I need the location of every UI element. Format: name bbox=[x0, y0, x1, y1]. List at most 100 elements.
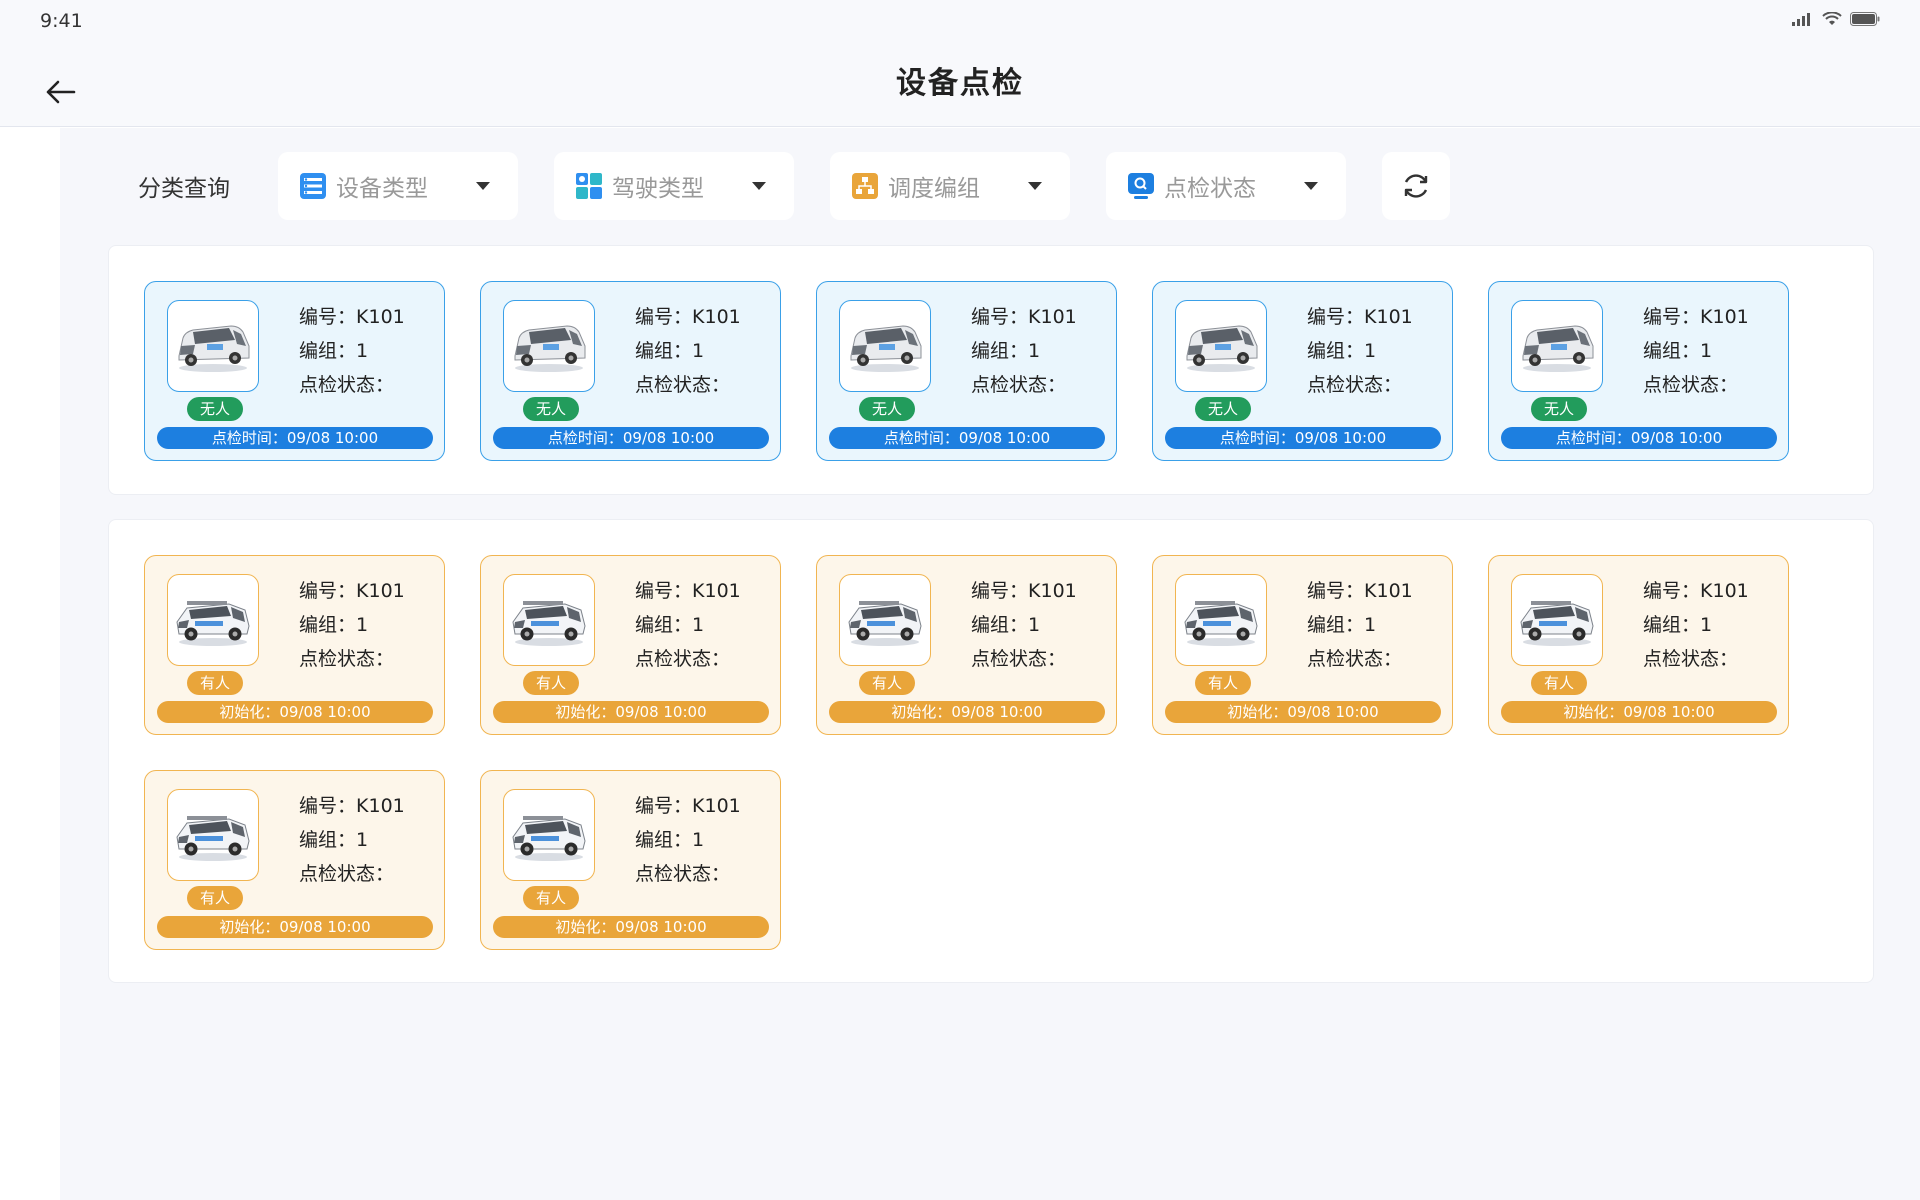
group-label: 编组： bbox=[1643, 614, 1701, 636]
vehicle-info: 编号：K101 编组：1 点检状态： bbox=[635, 574, 741, 676]
group-value: 1 bbox=[1364, 614, 1377, 636]
group-value: 1 bbox=[1700, 340, 1713, 362]
time-bar-label: 初始化： bbox=[1227, 703, 1288, 721]
dispatch-group-select[interactable]: 调度编组 bbox=[830, 152, 1070, 220]
page-title: 设备点检 bbox=[896, 66, 1024, 101]
time-bar: 初始化：09/08 10:00 bbox=[829, 701, 1105, 723]
vehicle-card[interactable]: 有人 编号：K101 编组：1 点检状态： 初始化：09/08 10:00 bbox=[480, 555, 781, 735]
group-value: 1 bbox=[1700, 614, 1713, 636]
check-status-text: 点检状态 bbox=[1164, 176, 1256, 202]
vehicle-thumbnail bbox=[167, 789, 259, 881]
number-label: 编号： bbox=[299, 580, 357, 602]
group-label: 编组： bbox=[635, 340, 693, 362]
number-row: 编号：K101 bbox=[635, 300, 741, 334]
number-value: K101 bbox=[356, 580, 405, 602]
vehicle-card[interactable]: 无人 编号：K101 编组：1 点检状态： 点检时间：09/08 10:00 bbox=[816, 281, 1117, 461]
number-row: 编号：K101 bbox=[1307, 300, 1413, 334]
time-bar: 点检时间：09/08 10:00 bbox=[157, 427, 433, 449]
check-status-row: 点检状态： bbox=[635, 642, 741, 676]
group-label: 编组： bbox=[635, 829, 693, 851]
vehicle-card[interactable]: 有人 编号：K101 编组：1 点检状态： 初始化：09/08 10:00 bbox=[480, 770, 781, 950]
driving-type-select[interactable]: 驾驶类型 bbox=[554, 152, 794, 220]
group-value: 1 bbox=[1028, 340, 1041, 362]
number-row: 编号：K101 bbox=[1643, 300, 1749, 334]
check-status-label: 点检状态： bbox=[299, 648, 395, 670]
group-label: 编组： bbox=[971, 340, 1029, 362]
check-status-label: 点检状态： bbox=[299, 863, 395, 885]
time-bar: 初始化：09/08 10:00 bbox=[157, 701, 433, 723]
vehicle-card[interactable]: 有人 编号：K101 编组：1 点检状态： 初始化：09/08 10:00 bbox=[816, 555, 1117, 735]
group-label: 编组： bbox=[1643, 340, 1701, 362]
vehicle-thumbnail bbox=[167, 574, 259, 666]
driver-status-tag: 无人 bbox=[859, 397, 915, 421]
check-status-row: 点检状态： bbox=[971, 642, 1077, 676]
suv-icon bbox=[1520, 601, 1594, 646]
vehicle-info: 编号：K101 编组：1 点检状态： bbox=[1643, 300, 1749, 402]
number-label: 编号： bbox=[1643, 580, 1701, 602]
number-value: K101 bbox=[692, 795, 741, 817]
vehicle-info: 编号：K101 编组：1 点检状态： bbox=[299, 789, 405, 891]
device-type-select[interactable]: 设备类型 bbox=[278, 152, 518, 220]
group-row: 编组：1 bbox=[1307, 334, 1413, 368]
check-status-row: 点检状态： bbox=[299, 857, 405, 891]
time-bar: 点检时间：09/08 10:00 bbox=[1165, 427, 1441, 449]
monitor-search-icon bbox=[1128, 173, 1154, 199]
time-bar-label: 初始化： bbox=[555, 918, 616, 936]
vehicle-card[interactable]: 有人 编号：K101 编组：1 点检状态： 初始化：09/08 10:00 bbox=[1488, 555, 1789, 735]
check-status-label: 点检状态： bbox=[971, 648, 1067, 670]
driver-status-tag: 无人 bbox=[523, 397, 579, 421]
org-chart-icon bbox=[852, 173, 878, 199]
group-label: 编组： bbox=[299, 340, 357, 362]
vehicle-card[interactable]: 有人 编号：K101 编组：1 点检状态： 初始化：09/08 10:00 bbox=[144, 770, 445, 950]
device-list-icon bbox=[300, 173, 326, 199]
driver-status-tag: 有人 bbox=[523, 671, 579, 695]
group-label: 编组： bbox=[1307, 614, 1365, 636]
wifi-icon bbox=[1822, 12, 1842, 25]
number-row: 编号：K101 bbox=[299, 300, 405, 334]
vehicle-card[interactable]: 无人 编号：K101 编组：1 点检状态： 点检时间：09/08 10:00 bbox=[480, 281, 781, 461]
vehicle-card[interactable]: 无人 编号：K101 编组：1 点检状态： 点检时间：09/08 10:00 bbox=[1152, 281, 1453, 461]
time-bar-label: 点检时间： bbox=[1555, 429, 1631, 447]
time-bar: 点检时间：09/08 10:00 bbox=[493, 427, 769, 449]
check-status-label: 点检状态： bbox=[635, 648, 731, 670]
group-row: 编组：1 bbox=[1307, 608, 1413, 642]
group-row: 编组：1 bbox=[635, 608, 741, 642]
check-status-label: 点检状态： bbox=[971, 374, 1067, 396]
number-value: K101 bbox=[1364, 580, 1413, 602]
time-bar-value: 09/08 10:00 bbox=[1294, 429, 1387, 447]
driving-type-text: 驾驶类型 bbox=[612, 176, 704, 202]
suv-icon bbox=[176, 601, 250, 646]
check-status-label: 点检状态： bbox=[299, 374, 395, 396]
vehicle-thumbnail bbox=[1175, 574, 1267, 666]
number-value: K101 bbox=[1364, 306, 1413, 328]
number-label: 编号： bbox=[635, 580, 693, 602]
time-bar: 点检时间：09/08 10:00 bbox=[1501, 427, 1777, 449]
time-bar: 初始化：09/08 10:00 bbox=[1165, 701, 1441, 723]
time-bar-value: 09/08 10:00 bbox=[279, 918, 371, 936]
driver-status-tag: 有人 bbox=[1531, 671, 1587, 695]
vehicle-card[interactable]: 无人 编号：K101 编组：1 点检状态： 点检时间：09/08 10:00 bbox=[144, 281, 445, 461]
vehicle-card[interactable]: 无人 编号：K101 编组：1 点检状态： 点检时间：09/08 10:00 bbox=[1488, 281, 1789, 461]
time-bar-value: 09/08 10:00 bbox=[615, 918, 707, 936]
vehicle-info: 编号：K101 编组：1 点检状态： bbox=[971, 300, 1077, 402]
number-value: K101 bbox=[692, 306, 741, 328]
group-label: 编组： bbox=[1307, 340, 1365, 362]
number-label: 编号： bbox=[971, 306, 1029, 328]
number-label: 编号： bbox=[635, 795, 693, 817]
number-label: 编号： bbox=[299, 306, 357, 328]
group-value: 1 bbox=[356, 614, 369, 636]
vehicle-card[interactable]: 有人 编号：K101 编组：1 点检状态： 初始化：09/08 10:00 bbox=[1152, 555, 1453, 735]
refresh-button[interactable] bbox=[1382, 152, 1450, 220]
group-row: 编组：1 bbox=[971, 334, 1077, 368]
filter-label: 分类查询 bbox=[138, 176, 230, 202]
vehicle-info: 编号：K101 编组：1 点检状态： bbox=[1643, 574, 1749, 676]
check-status-row: 点检状态： bbox=[1307, 642, 1413, 676]
check-status-label: 点检状态： bbox=[1307, 374, 1403, 396]
chevron-down-icon bbox=[1304, 182, 1318, 190]
vehicle-card[interactable]: 有人 编号：K101 编组：1 点检状态： 初始化：09/08 10:00 bbox=[144, 555, 445, 735]
number-row: 编号：K101 bbox=[635, 789, 741, 823]
check-status-select[interactable]: 点检状态 bbox=[1106, 152, 1346, 220]
chevron-down-icon bbox=[1028, 182, 1042, 190]
check-status-row: 点检状态： bbox=[1643, 368, 1749, 402]
driver-status-tag: 有人 bbox=[187, 886, 243, 910]
